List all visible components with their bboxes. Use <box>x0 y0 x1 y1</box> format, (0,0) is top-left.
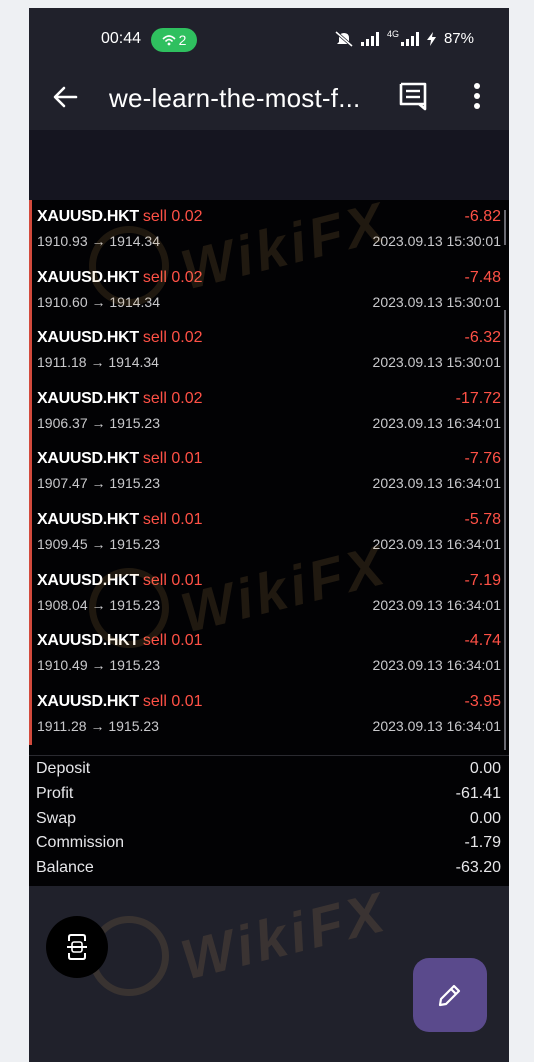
status-time: 00:44 <box>101 30 142 47</box>
scan-icon <box>67 934 87 960</box>
summary-value: 0.00 <box>469 760 501 777</box>
trade-prices: 1910.49 → 1915.23 <box>37 657 160 674</box>
trade-side: sell 0.02 <box>142 268 203 286</box>
trade-prices: 1910.93 → 1914.34 <box>37 233 160 249</box>
summary-value: -1.79 <box>464 834 501 852</box>
trade-time: 2023.09.13 16:34:01 <box>372 475 501 492</box>
summary-label: Swap <box>36 809 77 827</box>
trade-symbol: XAUUSD.HKT <box>37 389 139 407</box>
summary-value: -61.41 <box>455 784 501 802</box>
trade-row: XAUUSD.HKT sell 0.01 -4.74 1910.49 → 1915… <box>29 624 505 685</box>
trade-row: XAUUSD.HKT sell 0.02 -6.32 1911.18 → 1914… <box>29 321 505 382</box>
trade-row: XAUUSD.HKT sell 0.02 -17.72 1906.37 → 191… <box>29 381 505 443</box>
trade-profit: -7.48 <box>464 268 501 286</box>
app-bar: we-learn-the-most-f... <box>29 70 509 130</box>
summary-label: Deposit <box>36 760 91 777</box>
trade-side: sell 0.01 <box>142 510 203 528</box>
trade-prices: 1911.28 → 1915.23 <box>37 717 159 734</box>
status-icons: 4G 87% <box>334 28 474 47</box>
trade-profit: -7.76 <box>464 450 501 468</box>
trade-time: 2023.09.13 16:34:01 <box>372 414 501 431</box>
trade-prices: 1911.18 → 1914.34 <box>37 354 159 371</box>
page-title: we-learn-the-most-f... <box>109 83 361 113</box>
trade-side: sell 0.01 <box>142 571 203 589</box>
phone-screen: 00:44 2 4G 87% we-learn-the-most-f... XA… <box>29 8 509 1062</box>
network-type: 4G <box>386 28 399 39</box>
trade-profit: -3.95 <box>464 692 501 710</box>
trade-row: XAUUSD.HKT sell 0.02 -7.48 1910.60 → 1914… <box>29 260 505 322</box>
summary-value: -63.20 <box>455 859 501 877</box>
trade-side: sell 0.01 <box>142 450 203 468</box>
trade-profit: -17.72 <box>455 389 501 407</box>
trade-time: 2023.09.13 15:30:01 <box>372 233 501 249</box>
account-summary: Deposit 0.00 Profit -61.41 Swap 0.00 Com… <box>29 760 505 884</box>
trade-list: XAUUSD.HKT sell 0.02 -6.82 1910.93 → 1914… <box>29 200 505 755</box>
hotspot-badge[interactable]: 2 <box>151 28 197 52</box>
summary-value: 0.00 <box>469 809 501 827</box>
trade-side: sell 0.02 <box>142 329 203 347</box>
comment-icon[interactable] <box>397 80 429 112</box>
trade-row: XAUUSD.HKT sell 0.01 -7.76 1907.47 → 1915… <box>29 442 505 503</box>
scan-button[interactable] <box>46 916 108 978</box>
trade-symbol: XAUUSD.HKT <box>37 268 139 286</box>
scrollbar-top <box>504 210 506 245</box>
trade-prices: 1908.04 → 1915.23 <box>37 596 160 613</box>
image-top-band <box>29 130 509 200</box>
summary-label: Profit <box>36 784 74 802</box>
trade-symbol: XAUUSD.HKT <box>37 208 139 225</box>
watermark-text: WikiFX <box>174 879 394 992</box>
trade-side: sell 0.01 <box>142 632 203 650</box>
summary-label: Balance <box>36 859 94 877</box>
more-vertical-icon[interactable] <box>463 80 491 112</box>
trade-profit: -6.82 <box>464 208 501 225</box>
trade-profit: -5.78 <box>464 510 501 528</box>
trade-time: 2023.09.13 16:34:01 <box>372 596 501 613</box>
trade-side: sell 0.02 <box>142 208 203 225</box>
hotspot-count: 2 <box>178 32 187 48</box>
summary-row-commission: Commission -1.79 <box>29 834 505 859</box>
trade-time: 2023.09.13 15:30:01 <box>372 293 501 310</box>
trade-profit: -4.74 <box>464 632 501 650</box>
trade-symbol: XAUUSD.HKT <box>37 632 139 650</box>
trade-time: 2023.09.13 16:34:01 <box>372 657 501 674</box>
signal-icon <box>360 31 379 46</box>
trade-row: XAUUSD.HKT sell 0.01 -3.95 1911.28 → 1915… <box>29 684 505 746</box>
trade-symbol: XAUUSD.HKT <box>37 571 139 589</box>
trade-row: XAUUSD.HKT sell 0.01 -5.78 1909.45 → 1915… <box>29 502 505 564</box>
trade-time: 2023.09.13 16:34:01 <box>372 535 501 552</box>
summary-row-swap: Swap 0.00 <box>29 810 505 835</box>
hotspot-icon <box>162 35 176 46</box>
status-bar: 00:44 2 4G 87% <box>29 8 509 70</box>
trade-side: sell 0.01 <box>142 692 203 710</box>
trade-side: sell 0.02 <box>142 389 203 407</box>
scrollbar[interactable] <box>504 310 506 750</box>
summary-label: Commission <box>36 834 125 852</box>
mute-icon <box>334 30 353 47</box>
summary-row-deposit: Deposit 0.00 <box>29 760 505 785</box>
divider <box>29 755 509 756</box>
trade-prices: 1909.45 → 1915.23 <box>37 535 160 552</box>
trade-symbol: XAUUSD.HKT <box>37 329 139 347</box>
trade-symbol: XAUUSD.HKT <box>37 692 139 710</box>
arrow-left-icon[interactable] <box>51 82 81 112</box>
edit-button[interactable] <box>413 958 487 1032</box>
trade-time: 2023.09.13 16:34:01 <box>372 717 501 734</box>
trade-history-screenshot: XAUUSD.HKT sell 0.02 -6.82 1910.93 → 1914… <box>29 200 509 886</box>
charging-icon <box>426 31 436 46</box>
trade-prices: 1906.37 → 1915.23 <box>37 414 160 431</box>
summary-row-balance: Balance -63.20 <box>29 859 505 884</box>
trade-row: XAUUSD.HKT sell 0.02 -6.82 1910.93 → 1914… <box>29 200 505 261</box>
trade-profit: -6.32 <box>464 329 501 347</box>
summary-row-profit: Profit -61.41 <box>29 785 505 810</box>
trade-time: 2023.09.13 15:30:01 <box>372 354 501 371</box>
battery-level: 87% <box>443 30 474 47</box>
trade-row: XAUUSD.HKT sell 0.01 -7.19 1908.04 → 1915… <box>29 563 505 625</box>
trade-prices: 1910.60 → 1914.34 <box>37 293 160 310</box>
signal-4g-icon <box>400 31 419 46</box>
trade-profit: -7.19 <box>464 571 501 589</box>
trade-symbol: XAUUSD.HKT <box>37 510 139 528</box>
trade-prices: 1907.47 → 1915.23 <box>37 475 160 492</box>
trade-symbol: XAUUSD.HKT <box>37 450 139 468</box>
pencil-icon <box>438 984 461 1007</box>
